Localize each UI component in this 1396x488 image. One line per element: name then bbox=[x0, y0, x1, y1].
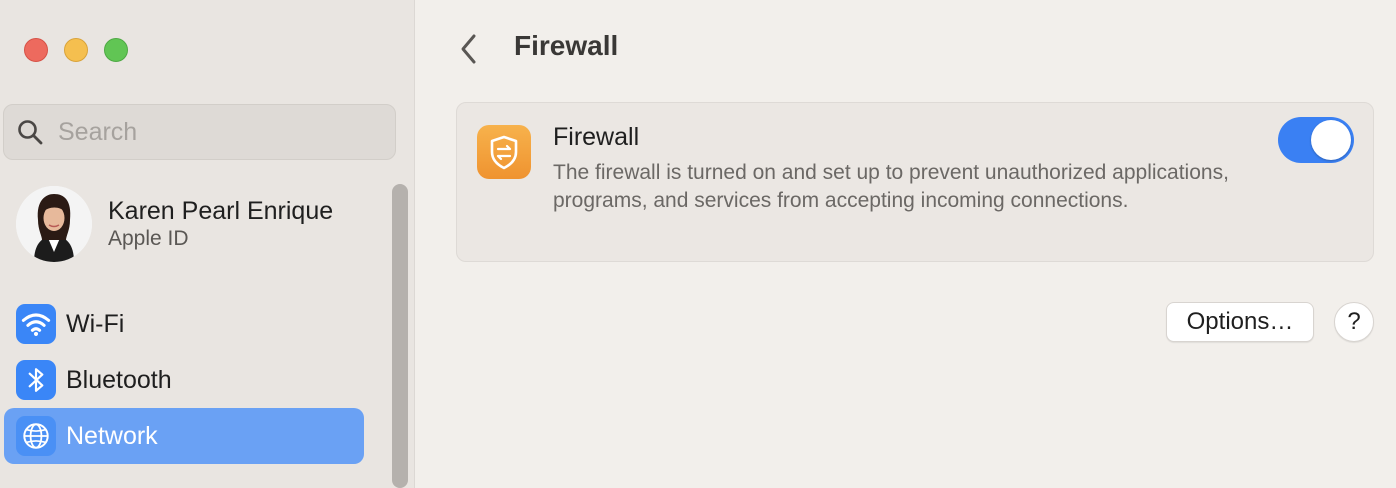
firewall-description: The firewall is turned on and set up to … bbox=[553, 161, 1229, 212]
wifi-icon bbox=[16, 304, 56, 344]
sidebar-item-bluetooth[interactable]: Bluetooth bbox=[4, 352, 364, 408]
firewall-shield-icon bbox=[477, 125, 531, 179]
sidebar-scrollbar[interactable] bbox=[392, 184, 408, 488]
bluetooth-icon bbox=[16, 360, 56, 400]
help-button[interactable]: ? bbox=[1334, 302, 1374, 342]
sidebar: Karen Pearl Enrique Apple ID Wi-Fi Bluet… bbox=[0, 0, 415, 488]
globe-icon bbox=[16, 416, 56, 456]
zoom-window-button[interactable] bbox=[104, 38, 128, 62]
sidebar-item-label: Wi-Fi bbox=[66, 309, 125, 338]
search-input[interactable] bbox=[58, 117, 358, 147]
close-window-button[interactable] bbox=[24, 38, 48, 62]
firewall-title: Firewall bbox=[553, 123, 640, 151]
sidebar-item-label: Bluetooth bbox=[66, 365, 172, 394]
profile-subtitle: Apple ID bbox=[108, 227, 189, 250]
apple-id-profile[interactable]: Karen Pearl Enrique Apple ID bbox=[16, 186, 333, 262]
window-controls bbox=[24, 38, 128, 62]
toggle-knob bbox=[1311, 120, 1351, 160]
back-button[interactable] bbox=[452, 28, 486, 70]
sidebar-item-network[interactable]: Network bbox=[4, 408, 364, 464]
firewall-toggle[interactable] bbox=[1278, 117, 1354, 163]
search-field[interactable] bbox=[3, 104, 396, 160]
options-button[interactable]: Options… bbox=[1166, 302, 1314, 342]
minimize-window-button[interactable] bbox=[64, 38, 88, 62]
page-title: Firewall bbox=[514, 30, 619, 61]
search-icon bbox=[18, 120, 43, 145]
sidebar-item-wifi[interactable]: Wi-Fi bbox=[4, 296, 364, 352]
firewall-card: Firewall The firewall is turned on and s… bbox=[456, 102, 1374, 262]
profile-name: Karen Pearl Enrique bbox=[108, 197, 334, 225]
sidebar-item-label: Network bbox=[66, 421, 158, 450]
chevron-left-icon bbox=[461, 34, 476, 64]
avatar bbox=[16, 186, 92, 262]
